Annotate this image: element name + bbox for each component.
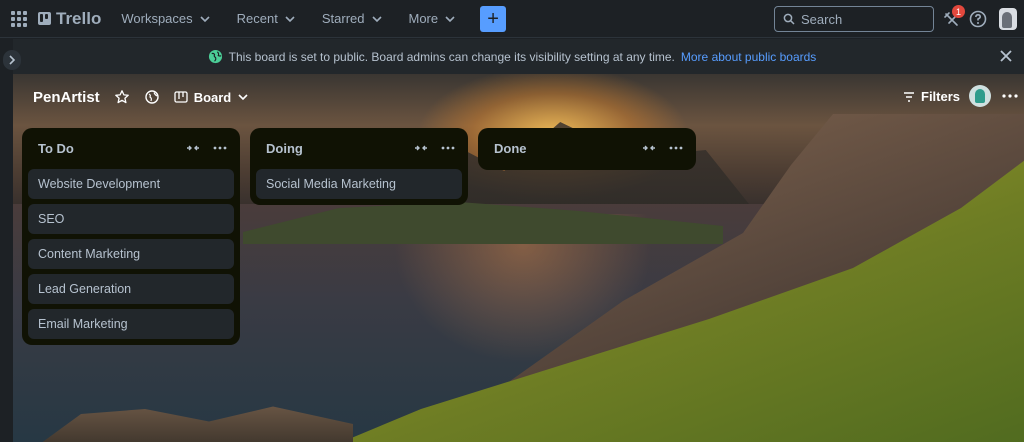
logo-text: Trello xyxy=(56,8,102,28)
chevron-down-icon xyxy=(200,15,210,22)
more-icon[interactable] xyxy=(1001,88,1019,104)
trello-logo[interactable]: Trello xyxy=(38,9,101,29)
list-to-do: To Do Website Development SEO Content Ma… xyxy=(22,128,240,345)
card-seo[interactable]: SEO xyxy=(28,204,234,234)
chevron-down-icon xyxy=(371,15,382,22)
filters-label: Filters xyxy=(921,89,961,104)
board-view-switcher[interactable]: Board xyxy=(174,90,250,105)
list-title[interactable]: Doing xyxy=(266,141,303,156)
more-label: More xyxy=(408,11,439,26)
create-button[interactable]: + xyxy=(480,5,507,32)
list-title[interactable]: To Do xyxy=(38,141,74,156)
nav-menu: Workspaces Recent Starred More + xyxy=(111,5,507,32)
search-box[interactable] xyxy=(774,6,934,32)
starred-label: Starred xyxy=(321,11,365,26)
filter-icon xyxy=(904,91,914,102)
list-header[interactable]: Doing xyxy=(256,132,462,164)
chevron-down-icon xyxy=(445,15,455,22)
notification-badge: 1 xyxy=(952,5,965,18)
account-avatar[interactable] xyxy=(999,8,1017,30)
filters-button[interactable]: Filters xyxy=(903,89,960,104)
more-menu-button[interactable]: More xyxy=(399,5,467,32)
search-input[interactable] xyxy=(801,11,921,27)
board-view-icon xyxy=(174,91,188,103)
starred-menu-button[interactable]: Starred xyxy=(312,5,393,32)
collapse-list-icon[interactable] xyxy=(642,141,656,155)
public-boards-link[interactable]: More about public boards xyxy=(681,50,816,64)
list-doing: Doing Social Media Marketing xyxy=(250,128,468,205)
workspaces-label: Workspaces xyxy=(121,11,193,26)
app-switcher-icon[interactable] xyxy=(8,8,30,30)
card-lead-generation[interactable]: Lead Generation xyxy=(28,274,234,304)
expand-sidebar-button[interactable] xyxy=(3,50,21,70)
list-menu-icon[interactable] xyxy=(440,141,456,155)
card-website-development[interactable]: Website Development xyxy=(28,169,234,199)
banner-message: This board is set to public. Board admin… xyxy=(228,49,675,64)
chevron-down-icon xyxy=(238,94,248,101)
recent-menu-button[interactable]: Recent xyxy=(227,5,306,32)
sidebar-collapsed xyxy=(0,39,13,442)
chevron-right-icon xyxy=(9,55,16,65)
list-title[interactable]: Done xyxy=(494,141,527,156)
list-header[interactable]: To Do xyxy=(28,132,234,164)
board-title[interactable]: PenArtist xyxy=(33,89,100,106)
board-header: PenArtist Board Filters xyxy=(13,74,1024,120)
card-email-marketing[interactable]: Email Marketing xyxy=(28,309,234,339)
close-icon[interactable] xyxy=(998,48,1014,64)
list-header[interactable]: Done xyxy=(484,132,690,164)
search-icon xyxy=(783,13,795,25)
list-done: Done xyxy=(478,128,696,170)
public-board-banner: This board is set to public. Board admin… xyxy=(0,39,1024,74)
workspaces-menu-button[interactable]: Workspaces xyxy=(111,5,220,32)
star-icon[interactable] xyxy=(114,89,130,105)
recent-label: Recent xyxy=(236,11,278,26)
card-social-media-marketing[interactable]: Social Media Marketing xyxy=(256,169,462,199)
collapse-list-icon[interactable] xyxy=(186,141,200,155)
board-member-avatar[interactable] xyxy=(969,85,991,107)
visibility-globe-icon[interactable] xyxy=(144,89,160,105)
list-menu-icon[interactable] xyxy=(668,141,684,155)
card-content-marketing[interactable]: Content Marketing xyxy=(28,239,234,269)
collapse-list-icon[interactable] xyxy=(414,141,428,155)
board-view-label: Board xyxy=(193,89,232,105)
trello-logo-icon xyxy=(38,12,51,25)
list-menu-icon[interactable] xyxy=(212,141,228,155)
globe-icon xyxy=(208,49,222,64)
chevron-down-icon xyxy=(285,15,295,22)
help-icon[interactable] xyxy=(968,9,988,29)
